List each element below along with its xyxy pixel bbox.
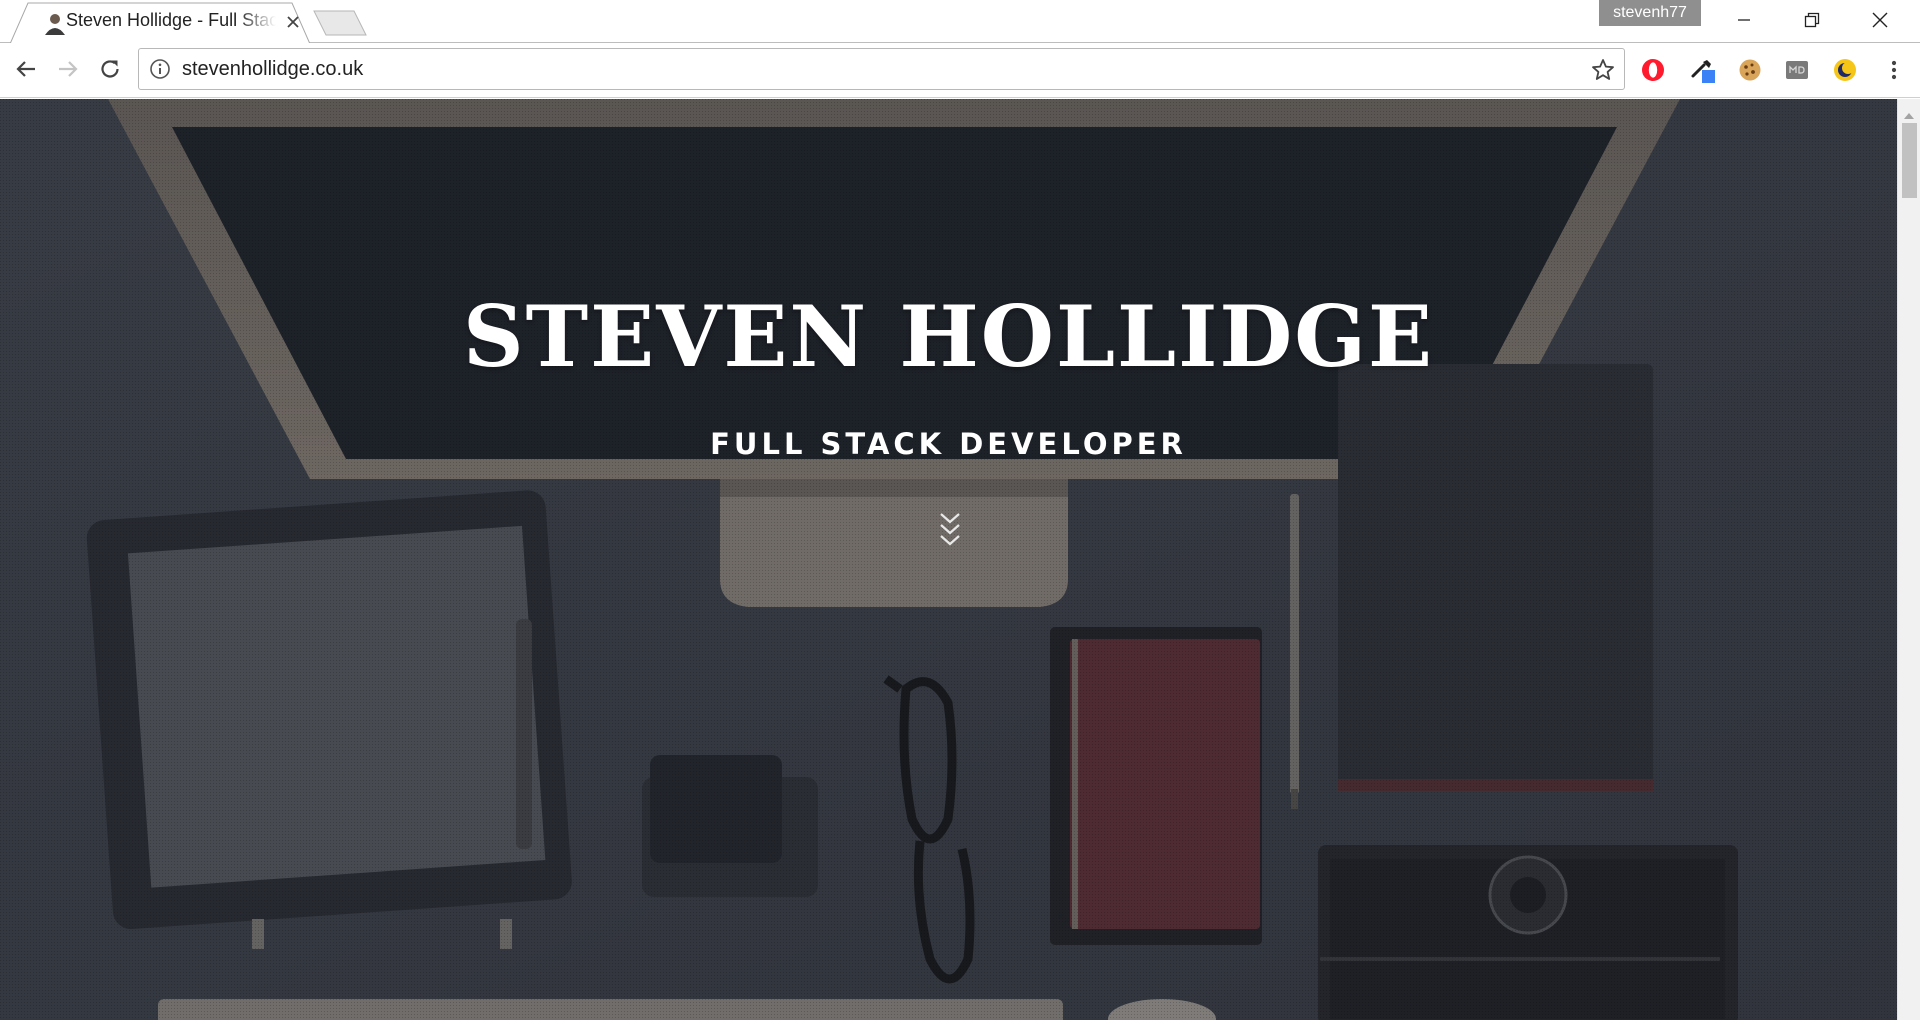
tab-title: Steven Hollidge - Full Stack Developer bbox=[66, 10, 276, 30]
cookie-icon[interactable] bbox=[1736, 56, 1764, 84]
reload-icon[interactable] bbox=[92, 51, 128, 87]
scroll-up-icon[interactable] bbox=[1904, 105, 1914, 119]
kebab-menu-icon[interactable] bbox=[1880, 55, 1908, 85]
night-mode-icon[interactable] bbox=[1831, 56, 1859, 84]
star-icon[interactable] bbox=[1590, 57, 1616, 83]
md-icon[interactable] bbox=[1783, 56, 1811, 84]
url-text[interactable]: stevenhollidge.co.uk bbox=[182, 58, 363, 81]
scrollbar-thumb[interactable] bbox=[1902, 123, 1917, 198]
hero-section: STEVEN HOLLIDGE FULL STACK DEVELOPER bbox=[0, 99, 1897, 1020]
avatar-icon bbox=[43, 11, 67, 35]
vertical-scrollbar[interactable] bbox=[1897, 99, 1920, 1020]
address-bar[interactable]: stevenhollidge.co.uk bbox=[138, 48, 1625, 90]
hero-subtitle: FULL STACK DEVELOPER bbox=[710, 427, 1187, 461]
new-tab-icon[interactable] bbox=[312, 9, 368, 37]
tab-strip: Steven Hollidge - Full Stack Developer s… bbox=[0, 0, 1920, 44]
info-icon[interactable] bbox=[149, 58, 171, 80]
profile-badge[interactable]: stevenh77 bbox=[1599, 0, 1701, 26]
minimize-icon[interactable] bbox=[1710, 0, 1778, 40]
window-close-icon[interactable] bbox=[1846, 0, 1914, 40]
hero-title: STEVEN HOLLIDGE bbox=[463, 287, 1434, 386]
close-icon[interactable] bbox=[282, 11, 304, 33]
browser-toolbar: stevenhollidge.co.uk bbox=[0, 43, 1920, 98]
browser-tab[interactable]: Steven Hollidge - Full Stack Developer bbox=[10, 2, 310, 44]
chevrons-down-icon[interactable] bbox=[932, 509, 968, 553]
page-viewport: STEVEN HOLLIDGE FULL STACK DEVELOPER bbox=[0, 99, 1897, 1020]
back-arrow-icon[interactable] bbox=[8, 51, 44, 87]
opera-icon[interactable] bbox=[1639, 56, 1667, 84]
forward-arrow-icon[interactable] bbox=[50, 51, 86, 87]
color-picker-icon[interactable] bbox=[1689, 56, 1717, 84]
restore-icon[interactable] bbox=[1778, 0, 1846, 40]
